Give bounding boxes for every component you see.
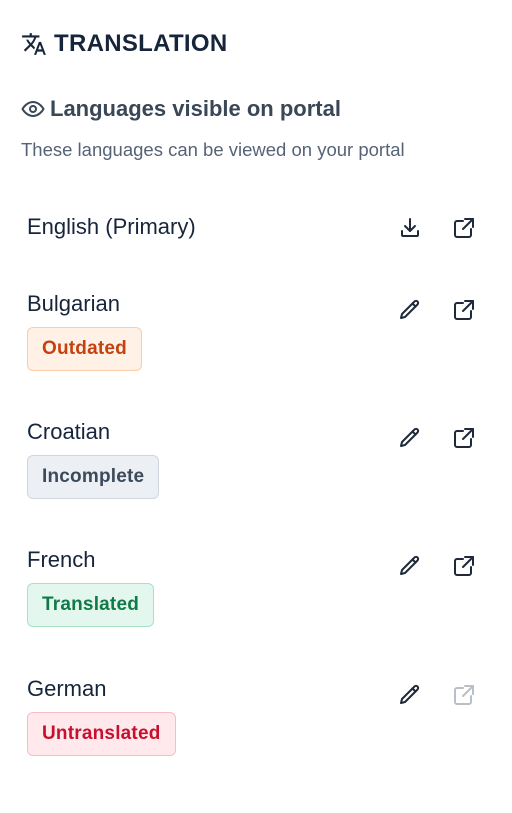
status-badge-outdated: Outdated <box>27 327 142 371</box>
language-name: German <box>27 676 107 701</box>
section-description: These languages can be viewed on your po… <box>21 139 405 160</box>
download-icon[interactable] <box>394 212 426 244</box>
external-link-icon[interactable] <box>448 550 480 582</box>
pencil-icon[interactable] <box>394 550 426 582</box>
section-title: Languages visible on portal <box>50 96 341 121</box>
eye-icon <box>20 96 46 122</box>
language-name: Croatian <box>27 419 111 444</box>
language-name: Bulgarian <box>27 291 120 316</box>
section-heading: Languages visible on portal <box>20 94 341 124</box>
external-link-icon[interactable] <box>448 212 480 244</box>
page-header: TRANSLATION <box>20 26 228 62</box>
status-badge-incomplete: Incomplete <box>27 455 160 499</box>
language-name: English (Primary) <box>27 214 196 239</box>
external-link-icon[interactable] <box>448 422 480 454</box>
status-badge-untranslated: Untranslated <box>27 712 176 756</box>
status-badge-translated: Translated <box>27 583 155 627</box>
translate-icon <box>20 30 48 58</box>
page-title: TRANSLATION <box>54 30 228 57</box>
pencil-icon[interactable] <box>394 422 426 454</box>
pencil-icon[interactable] <box>394 679 426 711</box>
external-link-icon-disabled <box>448 679 480 711</box>
pencil-icon[interactable] <box>394 294 426 326</box>
language-name: French <box>27 547 96 572</box>
external-link-icon[interactable] <box>448 294 480 326</box>
